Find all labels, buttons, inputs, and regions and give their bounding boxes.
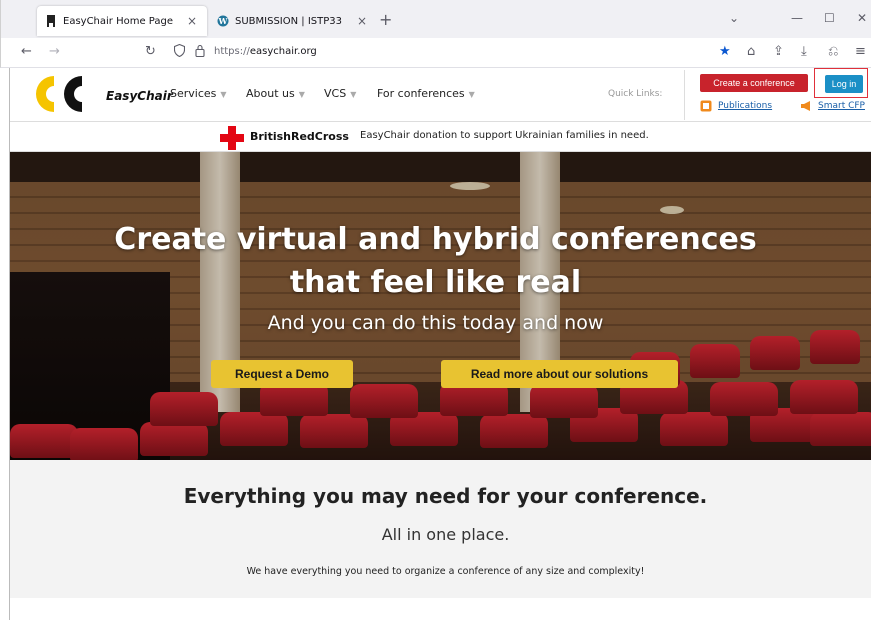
shield-icon[interactable]	[173, 43, 186, 61]
tab-title: SUBMISSION | ISTP33	[235, 15, 342, 27]
tab-close-icon[interactable]: ×	[185, 14, 199, 28]
divider	[684, 70, 685, 120]
svg-text:W: W	[218, 16, 229, 26]
create-conference-button[interactable]: Create a conference	[700, 74, 808, 92]
reload-icon[interactable]: ↻	[145, 44, 156, 59]
british-red-cross-label: BritishRedCross	[250, 130, 349, 143]
forward-arrow-icon[interactable]: →	[49, 44, 60, 59]
caret-down-icon: ▼	[468, 90, 475, 99]
quick-links-label: Quick Links:	[608, 89, 663, 99]
address-bar[interactable]: https://easychair.org	[214, 46, 317, 57]
home-icon[interactable]: ⌂	[747, 44, 755, 59]
minimize-icon[interactable]: —	[791, 11, 803, 25]
menu-for-conferences[interactable]: For conferences ▼	[377, 87, 475, 100]
save-to-pocket-icon[interactable]: ⇪	[773, 44, 784, 59]
menu-icon[interactable]: ≡	[855, 44, 866, 59]
menu-services[interactable]: Services ▼	[170, 87, 227, 100]
easychair-logo[interactable]: EasyChair	[32, 72, 173, 116]
donation-text: EasyChair donation to support Ukrainian …	[360, 130, 649, 141]
megaphone-icon	[800, 100, 812, 112]
publications-link[interactable]: Publications	[700, 100, 772, 112]
logo-text: EasyChair	[106, 89, 173, 103]
browser-window: EasyChair Home Page × W SUBMISSION | IST…	[0, 0, 871, 620]
maximize-icon[interactable]: ☐	[824, 11, 835, 25]
publications-icon	[700, 100, 712, 112]
hero-subtitle: And you can do this today and now	[267, 312, 604, 334]
red-cross-icon	[220, 126, 244, 150]
features-title: Everything you may need for your confere…	[183, 484, 708, 508]
caret-down-icon: ▼	[298, 90, 305, 99]
hero-title-line2: that feel like real	[289, 265, 582, 300]
new-tab-button[interactable]: +	[379, 10, 392, 29]
lock-icon[interactable]	[195, 44, 205, 61]
request-demo-button[interactable]: Request a Demo	[211, 360, 353, 388]
smart-cfp-link[interactable]: Smart CFP	[800, 100, 865, 112]
tab-list-chevron-icon[interactable]: ⌄	[729, 11, 739, 25]
login-highlight: Log in	[814, 68, 868, 98]
caret-down-icon: ▼	[220, 90, 227, 99]
caret-down-icon: ▼	[350, 90, 357, 99]
tab-title: EasyChair Home Page	[63, 15, 174, 27]
read-more-solutions-button[interactable]: Read more about our solutions	[441, 360, 678, 388]
navigation-bar: ← → ↻ https://easychair.org ★ ⌂ ⇪ ⤓ ⎌ ≡	[0, 38, 871, 68]
tab-submission[interactable]: W SUBMISSION | ISTP33 ×	[209, 6, 377, 36]
easychair-favicon-icon	[45, 15, 57, 27]
extensions-icon[interactable]: ⎌	[828, 44, 838, 59]
hero-banner	[10, 152, 871, 460]
menu-vcs[interactable]: VCS ▼	[324, 87, 356, 100]
site-header: EasyChair Services ▼ About us ▼ VCS ▼ For c…	[10, 68, 871, 122]
features-subtitle: All in one place.	[381, 525, 510, 544]
back-arrow-icon[interactable]: ←	[21, 44, 32, 59]
download-icon[interactable]: ⤓	[801, 44, 807, 59]
bookmark-star-icon[interactable]: ★	[719, 44, 731, 59]
menu-about-us[interactable]: About us ▼	[246, 87, 305, 100]
wordpress-icon: W	[217, 15, 229, 27]
tab-easychair[interactable]: EasyChair Home Page ×	[37, 6, 207, 36]
tab-bar: EasyChair Home Page × W SUBMISSION | IST…	[0, 0, 871, 38]
tab-close-icon[interactable]: ×	[355, 14, 369, 28]
hero-title-line1: Create virtual and hybrid conferences	[114, 222, 757, 257]
features-description: We have everything you need to organize …	[246, 566, 645, 577]
donation-banner[interactable]: BritishRedCross EasyChair donation to su…	[10, 122, 871, 152]
easychair-logo-mark-icon	[36, 76, 82, 112]
close-window-icon[interactable]: ✕	[857, 11, 867, 25]
login-button[interactable]: Log in	[825, 75, 863, 93]
